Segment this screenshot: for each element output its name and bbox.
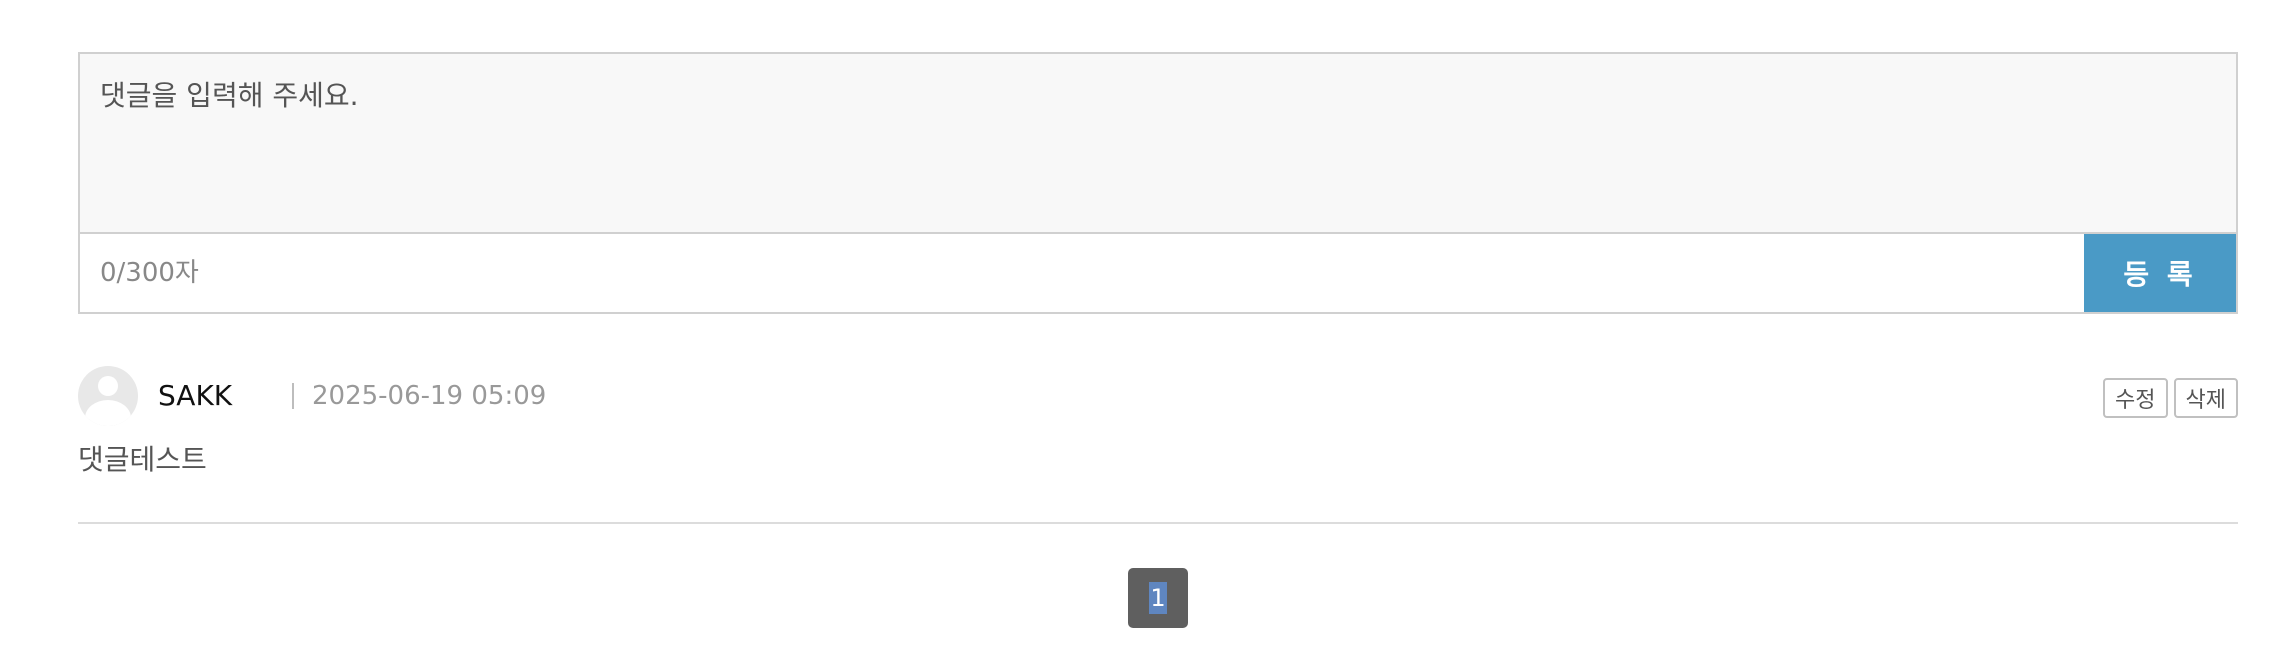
submit-button[interactable]: 등 록 <box>2084 234 2236 312</box>
comment-date: 2025-06-19 05:09 <box>312 381 547 411</box>
comment-item: SAKK 2025-06-19 05:09 수정 삭제 댓글테스트 <box>78 366 2238 524</box>
comment-author: SAKK <box>158 379 233 412</box>
page-number: 1 <box>1149 582 1167 614</box>
pagination: 1 <box>1128 568 1188 628</box>
avatar <box>78 366 138 426</box>
comment-actions: 수정 삭제 <box>2103 378 2238 418</box>
comment-input[interactable] <box>80 54 2236 234</box>
page-button-current[interactable]: 1 <box>1128 568 1188 628</box>
comment-form-footer: 0/300자 등 록 <box>80 234 2236 312</box>
char-count: 0/300자 <box>100 258 199 288</box>
avatar-shoulders <box>85 400 131 426</box>
edit-button[interactable]: 수정 <box>2103 378 2168 418</box>
comment-form: 0/300자 등 록 <box>78 52 2238 314</box>
delete-button[interactable]: 삭제 <box>2173 378 2238 418</box>
comment-text: 댓글테스트 <box>78 443 207 476</box>
meta-divider <box>292 383 294 409</box>
avatar-head <box>98 376 118 396</box>
